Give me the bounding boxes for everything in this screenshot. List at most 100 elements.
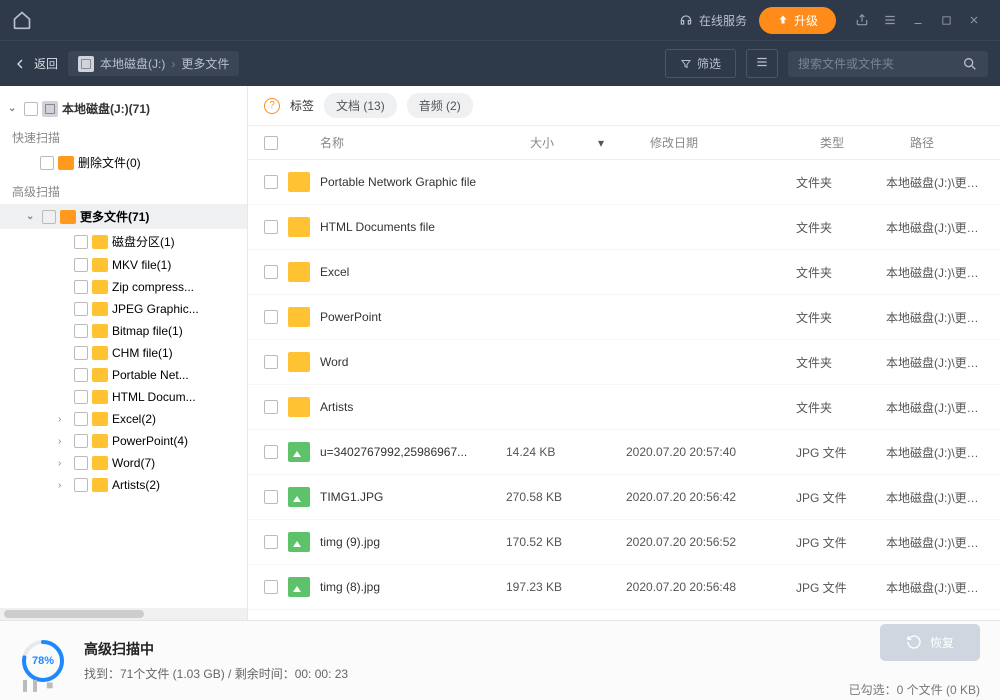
- checkbox[interactable]: [74, 390, 88, 404]
- tree-child[interactable]: › Word(7): [0, 452, 247, 474]
- col-size[interactable]: 大小▾: [530, 134, 640, 151]
- minimize-icon[interactable]: [904, 6, 932, 34]
- disk-icon: [42, 101, 58, 117]
- checkbox[interactable]: [264, 310, 278, 324]
- checkbox[interactable]: [264, 355, 278, 369]
- checkbox[interactable]: [74, 346, 88, 360]
- tree-more-files[interactable]: ⌄ 更多文件(71): [0, 204, 247, 229]
- chevron-down-icon[interactable]: ⌄: [8, 103, 20, 114]
- search-icon[interactable]: [962, 56, 978, 72]
- tree-child[interactable]: Zip compress...: [0, 276, 247, 298]
- col-path[interactable]: 路径: [910, 134, 984, 151]
- help-icon[interactable]: ?: [264, 98, 280, 114]
- checkbox[interactable]: [74, 412, 88, 426]
- folder-icon: [92, 324, 108, 338]
- folder-icon: [92, 280, 108, 294]
- checkbox[interactable]: [74, 280, 88, 294]
- tree-label: PowerPoint(4): [112, 434, 188, 448]
- chevron-right-icon[interactable]: ›: [58, 480, 70, 491]
- table-row[interactable]: Excel文件夹本地磁盘(J:)\更多文...: [248, 250, 1000, 295]
- tree-child[interactable]: JPEG Graphic...: [0, 298, 247, 320]
- folder-icon: [288, 307, 310, 327]
- chevron-right-icon[interactable]: ›: [58, 414, 70, 425]
- pause-icon: ❚❚: [20, 678, 40, 692]
- checkbox[interactable]: [74, 478, 88, 492]
- checkbox[interactable]: [264, 535, 278, 549]
- checkbox[interactable]: [74, 324, 88, 338]
- arrow-up-icon: [777, 14, 789, 26]
- cell-path: 本地磁盘(J:)\更多文...: [886, 399, 984, 416]
- col-date[interactable]: 修改日期: [650, 134, 810, 151]
- back-button[interactable]: 返回: [12, 55, 58, 72]
- tag-row: ? 标签 文档 (13) 音频 (2): [248, 86, 1000, 126]
- checkbox[interactable]: [264, 445, 278, 459]
- sidebar-scrollbar[interactable]: [0, 608, 247, 620]
- chevron-right-icon[interactable]: ›: [58, 458, 70, 469]
- main: ⌄ 本地磁盘(J:)(71) 快速扫描 删除文件(0) 高级扫描 ⌄ 更多文件(…: [0, 86, 1000, 620]
- tree-child[interactable]: CHM file(1): [0, 342, 247, 364]
- filter-button[interactable]: 筛选: [665, 49, 736, 78]
- search-input[interactable]: [798, 57, 954, 71]
- table-row[interactable]: Word文件夹本地磁盘(J:)\更多文...: [248, 340, 1000, 385]
- search-box[interactable]: [788, 51, 988, 77]
- tree-child[interactable]: HTML Docum...: [0, 386, 247, 408]
- filter-label: 筛选: [697, 55, 721, 72]
- tree-child[interactable]: Bitmap file(1): [0, 320, 247, 342]
- tree-child[interactable]: ›Excel(2): [0, 408, 247, 430]
- tag-audio[interactable]: 音频 (2): [407, 93, 473, 118]
- tree-child[interactable]: MKV file(1): [0, 254, 247, 276]
- checkbox-all[interactable]: [264, 136, 278, 150]
- checkbox[interactable]: [40, 156, 54, 170]
- checkbox[interactable]: [264, 265, 278, 279]
- checkbox[interactable]: [74, 235, 88, 249]
- checkbox[interactable]: [74, 302, 88, 316]
- table-row[interactable]: HTML Documents file文件夹本地磁盘(J:)\更多文...: [248, 205, 1000, 250]
- tree-child[interactable]: 磁盘分区(1): [0, 229, 247, 254]
- tree-label: Word(7): [112, 456, 155, 470]
- view-list-button[interactable]: [746, 49, 778, 78]
- checkbox[interactable]: [74, 434, 88, 448]
- checkbox[interactable]: [74, 456, 88, 470]
- menu-icon[interactable]: [876, 6, 904, 34]
- breadcrumb-disk: 本地磁盘(J:): [100, 55, 165, 72]
- checkbox[interactable]: [264, 580, 278, 594]
- checkbox[interactable]: [264, 490, 278, 504]
- tree-child[interactable]: › PowerPoint(4): [0, 430, 247, 452]
- table-row[interactable]: PowerPoint文件夹本地磁盘(J:)\更多文...: [248, 295, 1000, 340]
- checkbox[interactable]: [264, 400, 278, 414]
- breadcrumb[interactable]: 本地磁盘(J:) › 更多文件: [68, 51, 239, 76]
- checkbox[interactable]: [42, 210, 56, 224]
- tree-child[interactable]: ›Artists(2): [0, 474, 247, 496]
- home-icon[interactable]: [12, 10, 32, 30]
- maximize-icon[interactable]: [932, 6, 960, 34]
- table-row[interactable]: timg (9).jpg170.52 KB2020.07.20 20:56:52…: [248, 520, 1000, 565]
- table-row[interactable]: Artists文件夹本地磁盘(J:)\更多文...: [248, 385, 1000, 430]
- close-icon[interactable]: [960, 6, 988, 34]
- table-row[interactable]: Portable Network Graphic file文件夹本地磁盘(J:)…: [248, 160, 1000, 205]
- chevron-right-icon[interactable]: ›: [58, 436, 70, 447]
- arrow-left-icon: [12, 56, 28, 72]
- col-name[interactable]: 名称: [320, 134, 520, 151]
- tree-deleted[interactable]: 删除文件(0): [0, 150, 247, 175]
- tag-documents[interactable]: 文档 (13): [324, 93, 397, 118]
- online-service[interactable]: 在线服务: [679, 12, 747, 29]
- table-row[interactable]: u=3402767992,25986967...14.24 KB2020.07.…: [248, 430, 1000, 475]
- tree-root-label: 本地磁盘(J:)(71): [62, 100, 150, 117]
- share-icon[interactable]: [848, 6, 876, 34]
- tree-root[interactable]: ⌄ 本地磁盘(J:)(71): [0, 96, 247, 121]
- checkbox[interactable]: [74, 258, 88, 272]
- checkbox[interactable]: [264, 220, 278, 234]
- media-controls[interactable]: ❚❚■: [20, 678, 53, 692]
- cell-size: 14.24 KB: [506, 445, 616, 459]
- chevron-down-icon[interactable]: ⌄: [26, 211, 38, 222]
- checkbox[interactable]: [24, 102, 38, 116]
- folder-icon: [92, 456, 108, 470]
- recover-button[interactable]: 恢复: [880, 624, 980, 661]
- checkbox[interactable]: [264, 175, 278, 189]
- checkbox[interactable]: [74, 368, 88, 382]
- tree-child[interactable]: Portable Net...: [0, 364, 247, 386]
- table-row[interactable]: TIMG1.JPG270.58 KB2020.07.20 20:56:42JPG…: [248, 475, 1000, 520]
- upgrade-button[interactable]: 升级: [759, 7, 836, 34]
- table-row[interactable]: timg (8).jpg197.23 KB2020.07.20 20:56:48…: [248, 565, 1000, 610]
- col-type[interactable]: 类型: [820, 134, 900, 151]
